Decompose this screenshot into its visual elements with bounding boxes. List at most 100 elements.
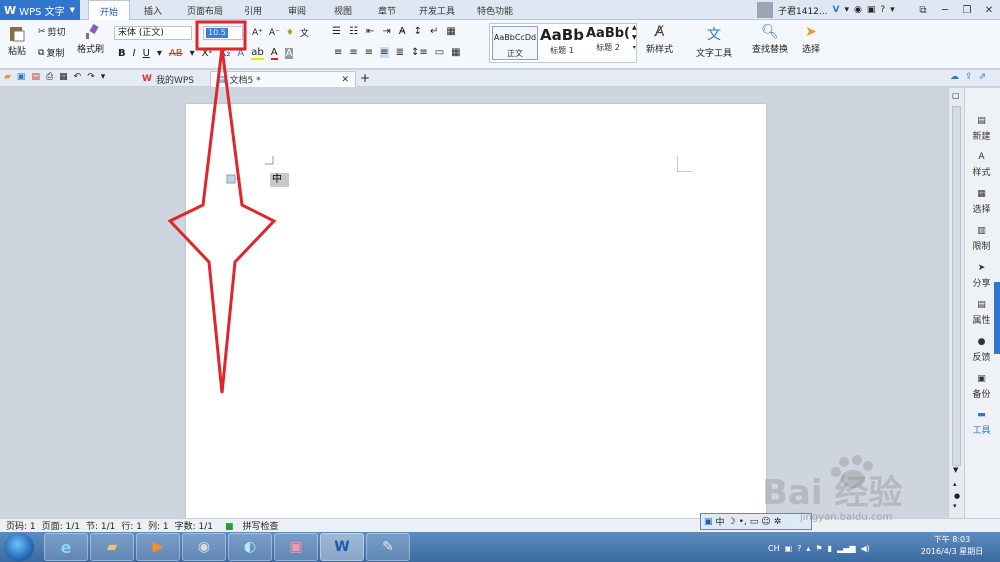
grow-font-icon[interactable]: A⁺: [252, 28, 263, 38]
highlight-button[interactable]: ab: [251, 47, 264, 60]
tab-chapter[interactable]: 章节: [370, 0, 404, 20]
chevron-down-icon[interactable]: ▾: [101, 72, 106, 82]
shirt-icon[interactable]: ▣: [867, 5, 876, 15]
tab-references[interactable]: 引用: [236, 0, 270, 20]
vertical-scrollbar[interactable]: ▢ ▼ ▴ ● ▾: [948, 88, 964, 518]
more-icon[interactable]: ▾: [633, 44, 636, 51]
ime-tray-icon[interactable]: ▣: [785, 544, 793, 553]
tab-insert[interactable]: 插入: [136, 0, 170, 20]
save-icon[interactable]: ▣: [17, 72, 26, 82]
tab-view[interactable]: 视图: [326, 0, 360, 20]
start-button[interactable]: [4, 533, 34, 561]
select-button[interactable]: ➤ 选择: [802, 24, 820, 55]
punct-icon[interactable]: •,: [739, 517, 747, 527]
paint-taskbar-icon[interactable]: ✎: [366, 533, 410, 561]
numbered-list-icon[interactable]: ☷: [349, 26, 358, 37]
distribute-icon[interactable]: ≣: [396, 47, 404, 58]
sidebar-item-style[interactable]: A 样式: [965, 152, 998, 178]
open-folder-icon[interactable]: ▰: [4, 72, 11, 82]
restore-layout-icon[interactable]: ⧉: [912, 0, 934, 20]
italic-button[interactable]: I: [133, 48, 136, 59]
chevron-down-icon[interactable]: ▾: [844, 5, 849, 15]
bold-button[interactable]: B: [118, 48, 126, 59]
text-tools-button[interactable]: 文 文字工具: [696, 24, 732, 59]
next-page-icon[interactable]: ▾: [953, 502, 957, 510]
font-name-select[interactable]: 宋体 (正文): [114, 26, 192, 40]
font-size-select[interactable]: 10.5: [203, 26, 243, 40]
close-icon[interactable]: ✕: [341, 75, 349, 85]
sidebar-item-select[interactable]: ▦ 选择: [965, 189, 998, 215]
redo-icon[interactable]: ↷: [87, 72, 95, 82]
chevron-up-icon[interactable]: ▴: [806, 544, 810, 553]
media-player-taskbar-icon[interactable]: ▶: [136, 533, 180, 561]
ie-taskbar-icon[interactable]: e: [44, 533, 88, 561]
photo-taskbar-icon[interactable]: ▣: [274, 533, 318, 561]
wps-taskbar-icon[interactable]: W: [320, 533, 364, 561]
decrease-indent-icon[interactable]: ⇤: [366, 26, 374, 37]
ime-mode[interactable]: 中: [716, 515, 725, 528]
help-icon[interactable]: ?: [797, 544, 801, 553]
strikethrough-button[interactable]: AB: [169, 48, 183, 59]
language-indicator[interactable]: CH: [768, 544, 780, 553]
chevron-down-icon[interactable]: ▼: [953, 466, 958, 474]
copy-button[interactable]: ⧉ 复制: [38, 46, 64, 60]
scrollbar-thumb[interactable]: [952, 106, 961, 466]
keyboard-icon[interactable]: ▭: [750, 517, 759, 527]
sidebar-item-backup[interactable]: ▣ 备份: [965, 374, 998, 400]
settings-icon[interactable]: ✲: [774, 517, 782, 527]
paste-button[interactable]: 粘贴: [8, 24, 26, 57]
chevron-down-icon[interactable]: ▼: [632, 34, 637, 41]
chinese-layout-icon[interactable]: A̴: [399, 26, 406, 37]
prev-page-icon[interactable]: ▴: [953, 480, 957, 488]
justify-icon[interactable]: ≡: [380, 47, 389, 58]
document-page[interactable]: [186, 104, 766, 518]
print-preview-icon[interactable]: ▦: [59, 72, 68, 82]
minimize-button[interactable]: ─: [934, 0, 956, 20]
network-icon[interactable]: ▮: [828, 544, 832, 553]
style-scroll[interactable]: ▲ ▼ ▾: [632, 24, 637, 51]
chevron-down-icon[interactable]: ▾: [157, 48, 162, 59]
select-browse-icon[interactable]: ●: [954, 492, 960, 500]
tab-home[interactable]: 开始: [88, 0, 130, 21]
align-left-icon[interactable]: ≡: [334, 47, 342, 58]
tab-developer[interactable]: 开发工具: [414, 0, 460, 20]
new-style-button[interactable]: A̸ 新样式: [646, 24, 673, 55]
chevron-down-icon[interactable]: ▾: [890, 5, 895, 15]
font-color-button[interactable]: A: [270, 47, 278, 60]
tab-review[interactable]: 审阅: [280, 0, 314, 20]
sidebar-collapse-handle[interactable]: [994, 282, 1000, 354]
tab-special[interactable]: 特色功能: [466, 0, 524, 20]
volume-icon[interactable]: ◀): [860, 544, 869, 553]
sort-icon[interactable]: ↕: [414, 26, 422, 37]
maximize-button[interactable]: ❐: [956, 0, 978, 20]
style-heading-1[interactable]: AaBb 标题 1: [540, 26, 584, 60]
ime-toolbar[interactable]: ▣ 中 ☽ •, ▭ ☺ ✲: [700, 513, 812, 530]
skin-icon[interactable]: ◉: [854, 5, 862, 15]
subscript-button[interactable]: X₂: [220, 48, 231, 59]
print-icon[interactable]: ⎙: [46, 72, 53, 82]
help-icon[interactable]: ?: [880, 5, 885, 15]
signal-icon[interactable]: ▂▄▆: [837, 544, 855, 553]
underline-button[interactable]: U: [143, 48, 150, 59]
speaker-taskbar-icon[interactable]: ◉: [182, 533, 226, 561]
new-tab-button[interactable]: +: [360, 71, 370, 85]
align-right-icon[interactable]: ≡: [365, 47, 373, 58]
style-normal[interactable]: AaBbCcDd 正文: [492, 26, 538, 60]
tab-my-wps[interactable]: W 我的WPS: [136, 71, 200, 87]
moon-icon[interactable]: ☽: [728, 517, 736, 527]
table-icon[interactable]: ▦: [446, 26, 455, 37]
bullet-list-icon[interactable]: ☰: [332, 26, 341, 37]
clear-format-icon[interactable]: ♦: [286, 28, 294, 38]
superscript-button[interactable]: X²: [202, 48, 213, 59]
find-replace-button[interactable]: 🔍︎ 查找替换: [752, 24, 788, 55]
taskbar-clock[interactable]: 下午 8:03 2016/4/3 星期日: [912, 534, 992, 558]
sidebar-item-restrict[interactable]: ▥ 限制: [965, 226, 998, 252]
style-heading-2[interactable]: AaBb( 标题 2: [586, 26, 630, 60]
char-shading-button[interactable]: A: [284, 48, 294, 59]
flag-icon[interactable]: ⚑: [815, 544, 822, 553]
qq-browser-taskbar-icon[interactable]: ◐: [228, 533, 272, 561]
cloud-icon[interactable]: ☁: [950, 72, 959, 82]
shading-icon[interactable]: ▭: [435, 47, 444, 58]
ruler-toggle-icon[interactable]: ▢: [952, 91, 960, 100]
sidebar-item-tools[interactable]: ▬ 工具: [965, 410, 998, 436]
